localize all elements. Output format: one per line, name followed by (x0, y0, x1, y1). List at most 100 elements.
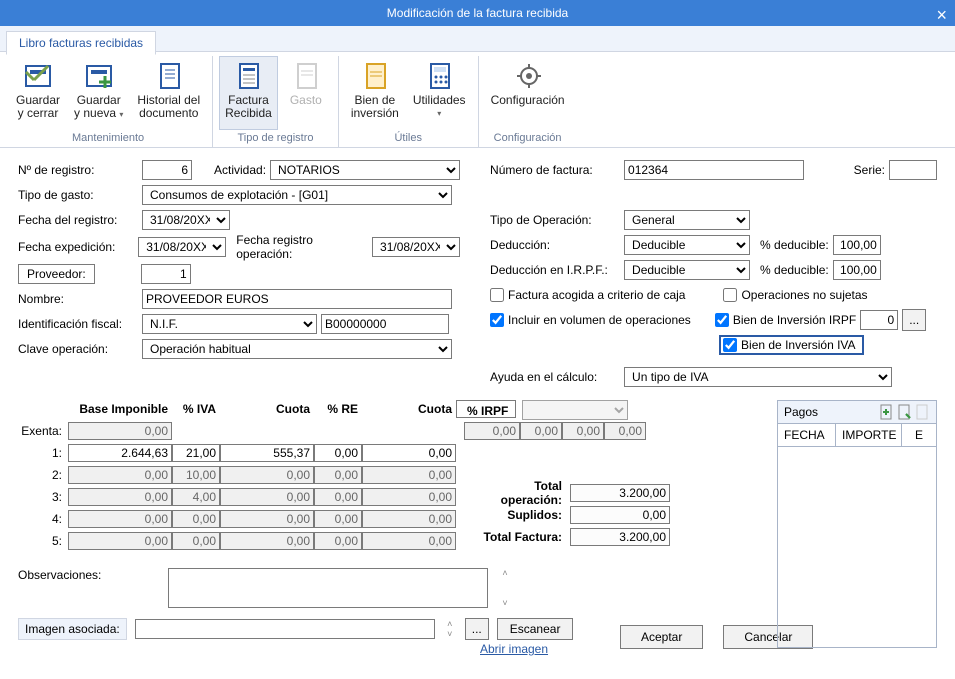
cuotare-input[interactable] (362, 444, 456, 462)
re-input (314, 510, 362, 528)
fechaop-input[interactable]: 31/08/20XX (372, 237, 460, 257)
cuota-input (220, 466, 314, 484)
page-delete-icon[interactable] (916, 404, 930, 420)
exenta-base (68, 422, 172, 440)
cuota-input (220, 532, 314, 550)
iva-input (172, 510, 220, 528)
totalfac-val (570, 528, 670, 546)
ayuda-label: Ayuda en el cálculo: (490, 370, 620, 384)
fecharegistro-label: Fecha del registro: (18, 213, 138, 227)
dropdown-icon: ▾ (437, 107, 441, 120)
tipoop-label: Tipo de Operación: (490, 213, 620, 227)
pct1-input[interactable] (833, 235, 881, 255)
nregistro-label: Nº de registro: (18, 163, 138, 177)
nombre-label: Nombre: (18, 292, 138, 306)
bienirpf-input[interactable] (860, 310, 898, 330)
iva-input[interactable] (172, 444, 220, 462)
col-cuota: Cuota (220, 400, 314, 420)
idfiscal-label: Identificación fiscal: (18, 317, 138, 331)
invoice-icon (232, 60, 264, 92)
claveop-select[interactable]: Operación habitual (142, 339, 452, 359)
cuota-input (220, 488, 314, 506)
gear-icon (512, 60, 544, 92)
pagos-title: Pagos (784, 405, 818, 419)
page-new-icon[interactable] (898, 404, 912, 420)
tipogasto-select[interactable]: Consumos de explotación - [G01] (142, 185, 452, 205)
guardar-nueva-button[interactable]: Guardar y nueva ▾ (68, 56, 129, 130)
totalfac-label: Total Factura: (484, 530, 562, 544)
imagen-browse-button[interactable]: ... (465, 618, 489, 640)
proveedor-button[interactable]: Proveedor: (18, 264, 95, 284)
nombre-input[interactable] (142, 289, 452, 309)
abrir-imagen-link[interactable]: Abrir imagen (480, 642, 548, 656)
suplidos-val[interactable] (570, 506, 670, 524)
totalop-label: Total operación: (470, 479, 562, 507)
col-cuotare: Cuota (362, 400, 456, 420)
actividad-select[interactable]: NOTARIOS (270, 160, 460, 180)
irpf-c (562, 422, 604, 440)
calculator-icon (423, 60, 455, 92)
base-input (68, 532, 172, 550)
row-label: 4: (18, 512, 68, 526)
fechaexp-input[interactable]: 31/08/20XX (138, 237, 226, 257)
observaciones-textarea[interactable] (168, 568, 488, 608)
numfact-input[interactable] (624, 160, 804, 180)
dedirpf-select[interactable]: Deducible (624, 260, 750, 280)
totalop-val (570, 484, 670, 502)
close-icon[interactable]: × (936, 2, 947, 28)
fechaexp-label: Fecha expedición: (18, 240, 134, 254)
col-re: % RE (314, 400, 362, 420)
col-irpf: % IRPF (456, 400, 516, 418)
proveedor-input[interactable] (141, 264, 191, 284)
chk-bienirpf[interactable]: Bien de Inversión IRPF (715, 313, 856, 327)
chk-caja[interactable]: Factura acogida a criterio de caja (490, 288, 685, 302)
escanear-button[interactable]: Escanear (497, 618, 574, 640)
tipogasto-label: Tipo de gasto: (18, 188, 138, 202)
cuota-input[interactable] (220, 444, 314, 462)
scrollbar[interactable]: ˄˅ (498, 568, 512, 608)
window-title: Modificación de la factura recibida (387, 6, 568, 20)
page-add-icon[interactable] (880, 404, 894, 420)
factura-recibida-button[interactable]: Factura Recibida (219, 56, 278, 130)
col-iva: % IVA (172, 400, 220, 420)
fecharegistro-input[interactable]: 31/08/20XX (142, 210, 230, 230)
row-label: 2: (18, 468, 68, 482)
document-history-icon (153, 60, 185, 92)
ayuda-select[interactable]: Un tipo de IVA (624, 367, 892, 387)
pct2-input[interactable] (833, 260, 881, 280)
chk-volumen[interactable]: Incluir en volumen de operaciones (490, 313, 691, 327)
base-input[interactable] (68, 444, 172, 462)
row-label: 1: (18, 446, 68, 460)
aceptar-button[interactable]: Aceptar (620, 625, 703, 649)
expense-icon (290, 60, 322, 92)
chk-nosujetas[interactable]: Operaciones no sujetas (723, 288, 867, 302)
cuotare-input (362, 488, 456, 506)
numfact-label: Número de factura: (490, 163, 620, 177)
fechaop-label: Fecha registro operación: (236, 233, 368, 261)
imagen-input[interactable] (135, 619, 435, 639)
pagos-col-fecha[interactable]: FECHA (778, 424, 836, 446)
bienirpf-dots-button[interactable]: ... (902, 309, 926, 331)
save-close-icon (22, 60, 54, 92)
tipoop-select[interactable]: General (624, 210, 750, 230)
chk-bieniva[interactable]: Bien de Inversión IVA (723, 338, 856, 352)
ribbon: Guardar y cerrar Guardar y nueva ▾ Histo… (0, 52, 955, 148)
tab-libro-facturas[interactable]: Libro facturas recibidas (6, 31, 156, 55)
iva-input (172, 532, 220, 550)
guardar-cerrar-button[interactable]: Guardar y cerrar (10, 56, 66, 130)
pagos-col-importe[interactable]: IMPORTE (836, 424, 902, 446)
re-input[interactable] (314, 444, 362, 462)
base-input (68, 488, 172, 506)
historial-button[interactable]: Historial del documento (131, 56, 206, 130)
idfiscal-tipo-select[interactable]: N.I.F. (142, 314, 317, 334)
configuracion-button[interactable]: Configuración (485, 56, 571, 130)
deduccion-select[interactable]: Deducible (624, 235, 750, 255)
utilidades-button[interactable]: Utilidades ▾ (407, 56, 472, 130)
idfiscal-input[interactable] (321, 314, 449, 334)
bien-inversion-button[interactable]: Bien de inversión (345, 56, 405, 130)
dedirpf-label: Deducción en I.R.P.F.: (490, 263, 620, 277)
serie-input[interactable] (889, 160, 937, 180)
nregistro-input[interactable] (142, 160, 192, 180)
scrollbar[interactable]: ˄˅ (443, 619, 457, 639)
pagos-col-e[interactable]: E (902, 424, 936, 446)
